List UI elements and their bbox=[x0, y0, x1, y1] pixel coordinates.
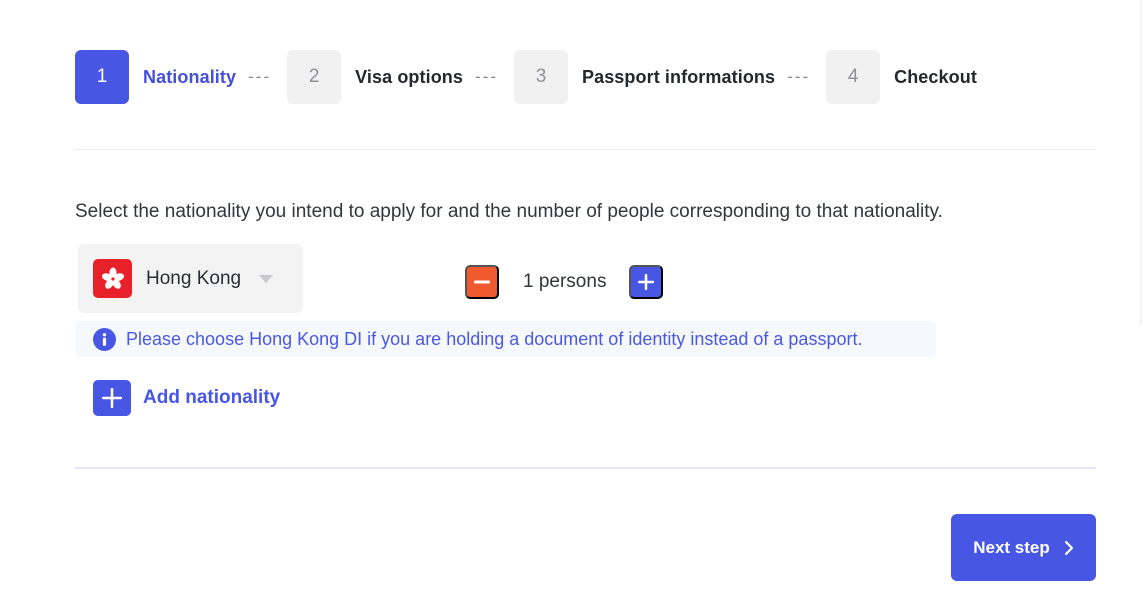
nationality-select[interactable]: Hong Kong bbox=[78, 244, 303, 313]
info-icon bbox=[93, 327, 116, 351]
divider bbox=[75, 149, 1096, 150]
selected-nationality: Hong Kong bbox=[146, 267, 242, 289]
persons-stepper: 1 persons bbox=[465, 265, 664, 299]
step-label: Passport informations bbox=[581, 66, 776, 87]
progress-stepper: 1 Nationality --- 2 Visa options --- 3 P… bbox=[75, 50, 977, 104]
step-number: 4 bbox=[826, 50, 881, 104]
step-checkout[interactable]: 4 Checkout bbox=[826, 50, 977, 104]
info-notice: Please choose Hong Kong DI if you are ho… bbox=[75, 321, 936, 357]
step-label: Nationality bbox=[143, 66, 237, 87]
step-number: 1 bbox=[75, 50, 129, 104]
add-nationality-label: Add nationality bbox=[143, 387, 281, 408]
step-separator: --- bbox=[787, 67, 811, 86]
minus-icon bbox=[474, 280, 490, 284]
step-separator: --- bbox=[475, 67, 498, 86]
step-label: Visa options bbox=[355, 66, 463, 87]
add-nationality-button[interactable]: Add nationality bbox=[93, 380, 280, 416]
scrollbar[interactable] bbox=[1140, 0, 1142, 325]
persons-count: 1 persons bbox=[523, 271, 607, 292]
info-text: Please choose Hong Kong DI if you are ho… bbox=[126, 328, 863, 349]
intro-text: Select the nationality you intend to app… bbox=[75, 201, 943, 222]
increment-button[interactable] bbox=[629, 265, 664, 299]
divider bbox=[75, 467, 1096, 469]
chevron-right-icon bbox=[1064, 540, 1074, 556]
step-number: 3 bbox=[513, 50, 568, 104]
caret-down-icon bbox=[259, 274, 274, 283]
step-visa-options[interactable]: 2 Visa options bbox=[287, 50, 463, 104]
step-number: 2 bbox=[287, 50, 342, 104]
step-label: Checkout bbox=[894, 66, 977, 87]
step-nationality[interactable]: 1 Nationality bbox=[75, 50, 236, 104]
step-separator: --- bbox=[248, 67, 272, 86]
step-passport-informations[interactable]: 3 Passport informations bbox=[513, 50, 776, 104]
next-step-label: Next step bbox=[973, 537, 1050, 557]
plus-icon bbox=[93, 380, 131, 416]
decrement-button[interactable] bbox=[465, 265, 499, 299]
visa-application-page: 1 Nationality --- 2 Visa options --- 3 P… bbox=[0, 0, 1144, 607]
hong-kong-flag-icon bbox=[93, 259, 132, 298]
plus-icon bbox=[638, 274, 655, 290]
next-step-button[interactable]: Next step bbox=[951, 514, 1096, 581]
